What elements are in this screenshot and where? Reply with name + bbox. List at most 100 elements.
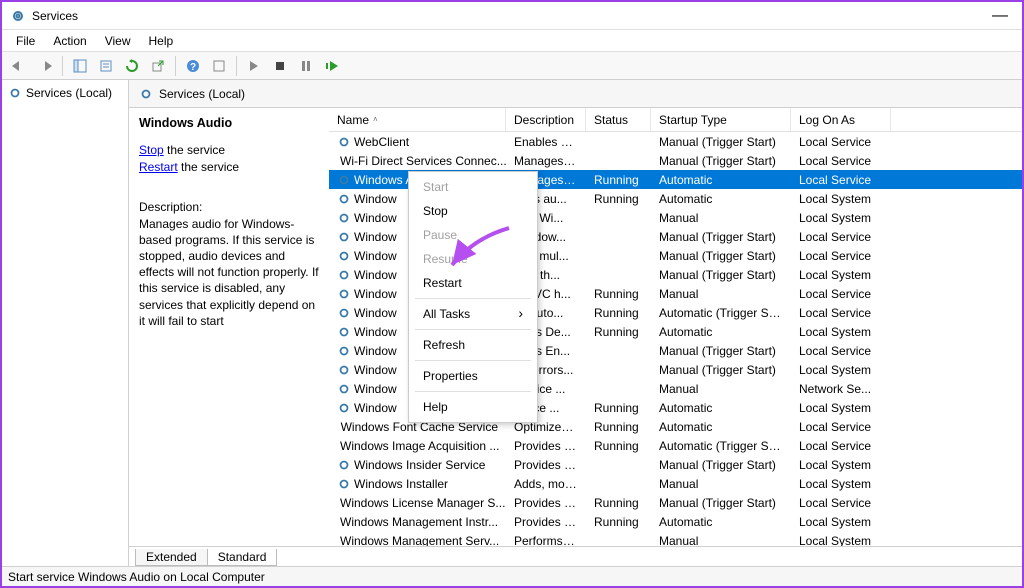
cell-name: Windows Installer: [329, 477, 506, 491]
cell-startup: Manual: [651, 211, 791, 225]
menu-action[interactable]: Action: [45, 32, 94, 50]
cell-name: Windows Management Instr...: [329, 515, 506, 529]
description-text: Manages audio for Windows-based programs…: [139, 216, 319, 329]
ctx-all-tasks[interactable]: All Tasks: [409, 302, 537, 326]
list-toolbar-button[interactable]: [208, 55, 230, 77]
stop-service-button[interactable]: [269, 55, 291, 77]
cell-description: Provides ima...: [506, 439, 586, 453]
service-row[interactable]: WebClientEnables Win...Manual (Trigger S…: [329, 132, 1022, 151]
ctx-help[interactable]: Help: [409, 395, 537, 419]
cell-description: Manages co...: [506, 154, 586, 168]
cell-logon: Local System: [791, 515, 891, 529]
cell-logon: Local Service: [791, 173, 891, 187]
main-area: Services (Local) Services (Local) Window…: [2, 80, 1022, 566]
cell-status: Running: [586, 515, 651, 529]
minimize-button[interactable]: —: [986, 7, 1014, 25]
selected-service-name: Windows Audio: [139, 116, 319, 130]
service-row[interactable]: Windows Management Instr...Provides a c.…: [329, 512, 1022, 531]
help-toolbar-button[interactable]: ?: [182, 55, 204, 77]
start-service-button[interactable]: [243, 55, 265, 77]
cell-startup: Automatic: [651, 401, 791, 415]
cell-logon: Network Se...: [791, 382, 891, 396]
services-window: Services — File Action View Help ? Servi…: [0, 0, 1024, 588]
service-row[interactable]: Windows Image Acquisition ...Provides im…: [329, 436, 1022, 455]
cell-logon: Local Service: [791, 306, 891, 320]
status-text: Start service Windows Audio on Local Com…: [8, 570, 265, 584]
cell-startup: Automatic (Trigger Start): [651, 306, 791, 320]
col-header-name[interactable]: Name˄: [329, 108, 506, 131]
show-hide-tree-button[interactable]: [69, 55, 91, 77]
stop-service-link[interactable]: Stop: [139, 143, 164, 157]
title-bar: Services —: [2, 2, 1022, 30]
cell-startup: Manual (Trigger Start): [651, 363, 791, 377]
cell-logon: Local Service: [791, 230, 891, 244]
cell-name: Wi-Fi Direct Services Connec...: [329, 154, 506, 168]
menu-help[interactable]: Help: [141, 32, 182, 50]
back-button[interactable]: [8, 55, 30, 77]
list-pane: Name˄ Description Status Startup Type Lo…: [329, 108, 1022, 546]
details-pane: Windows Audio Stop the service Restart t…: [129, 108, 329, 546]
toolbar: ?: [2, 52, 1022, 80]
cell-startup: Manual (Trigger Start): [651, 268, 791, 282]
export-button[interactable]: [147, 55, 169, 77]
description-label: Description:: [139, 200, 319, 214]
cell-logon: Local System: [791, 192, 891, 206]
list-header: Name˄ Description Status Startup Type Lo…: [329, 108, 1022, 132]
cell-logon: Local Service: [791, 496, 891, 510]
cell-description: Provides infr...: [506, 458, 586, 472]
cell-logon: Local System: [791, 401, 891, 415]
cell-description: Enables Win...: [506, 135, 586, 149]
ctx-refresh[interactable]: Refresh: [409, 333, 537, 357]
service-row[interactable]: Windows InstallerAdds, modifi...ManualLo…: [329, 474, 1022, 493]
view-tabs: Extended Standard: [129, 546, 1022, 566]
service-row[interactable]: Windows Management Serv...Performs ma...…: [329, 531, 1022, 546]
cell-logon: Local Service: [791, 154, 891, 168]
app-gear-icon: [10, 8, 26, 24]
menu-file[interactable]: File: [8, 32, 43, 50]
gear-icon: [8, 86, 22, 100]
cell-startup: Automatic: [651, 192, 791, 206]
forward-button[interactable]: [34, 55, 56, 77]
nav-services-local[interactable]: Services (Local): [6, 84, 124, 102]
service-row[interactable]: Windows License Manager S...Provides inf…: [329, 493, 1022, 512]
ctx-properties[interactable]: Properties: [409, 364, 537, 388]
cell-startup: Manual: [651, 534, 791, 547]
col-header-logon[interactable]: Log On As: [791, 108, 891, 131]
cell-startup: Manual (Trigger Start): [651, 249, 791, 263]
cell-description: Provides a c...: [506, 515, 586, 529]
cell-startup: Manual: [651, 382, 791, 396]
cell-name: Windows Insider Service: [329, 458, 506, 472]
cell-status: Running: [586, 306, 651, 320]
cell-startup: Manual (Trigger Start): [651, 344, 791, 358]
window-title: Services: [32, 9, 78, 23]
ctx-restart[interactable]: Restart: [409, 271, 537, 295]
cell-logon: Local System: [791, 534, 891, 547]
tab-extended[interactable]: Extended: [135, 549, 208, 566]
ctx-resume: Resume: [409, 247, 537, 271]
menu-view[interactable]: View: [97, 32, 139, 50]
content-body: Windows Audio Stop the service Restart t…: [129, 108, 1022, 546]
cell-startup: Automatic (Trigger Start): [651, 439, 791, 453]
cell-startup: Manual (Trigger Start): [651, 135, 791, 149]
restart-service-button[interactable]: [321, 55, 343, 77]
pause-service-button[interactable]: [295, 55, 317, 77]
cell-status: Running: [586, 496, 651, 510]
properties-toolbar-button[interactable]: [95, 55, 117, 77]
ctx-stop[interactable]: Stop: [409, 199, 537, 223]
refresh-button[interactable]: [121, 55, 143, 77]
service-row[interactable]: Windows Insider ServiceProvides infr...M…: [329, 455, 1022, 474]
cell-status: Running: [586, 439, 651, 453]
cell-startup: Manual (Trigger Start): [651, 496, 791, 510]
tab-standard[interactable]: Standard: [207, 549, 278, 566]
col-header-status[interactable]: Status: [586, 108, 651, 131]
stop-suffix: the service: [164, 143, 225, 157]
service-row[interactable]: Wi-Fi Direct Services Connec...Manages c…: [329, 151, 1022, 170]
ctx-start: Start: [409, 175, 537, 199]
cell-status: Running: [586, 192, 651, 206]
restart-service-link[interactable]: Restart: [139, 160, 178, 174]
cell-logon: Local System: [791, 477, 891, 491]
col-header-description[interactable]: Description: [506, 108, 586, 131]
cell-logon: Local Service: [791, 287, 891, 301]
sort-indicator-icon: ˄: [373, 115, 378, 124]
col-header-startup[interactable]: Startup Type: [651, 108, 791, 131]
